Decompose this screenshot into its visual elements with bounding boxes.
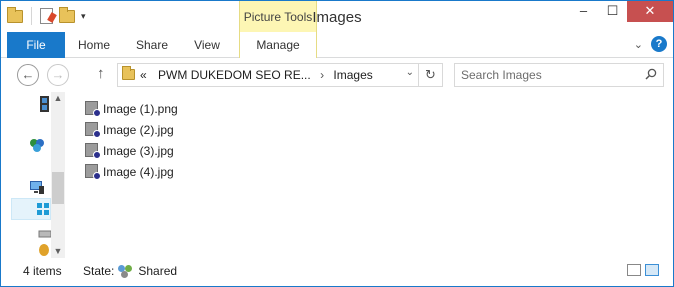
file-list: Image (1).png Image (2).jpg Image (3).jp… [85, 98, 178, 182]
state-indicator: State: Shared [83, 264, 177, 278]
list-item[interactable]: Image (3).jpg [85, 140, 178, 161]
title-bar: ▾ Picture Tools Images – ☐ ✕ [1, 1, 673, 32]
address-history-dropdown[interactable]: ⌄ [406, 67, 414, 78]
breadcrumb-overflow[interactable]: « [140, 68, 147, 82]
ribbon-tabs: File Home Share View Manage ⌄ ? [1, 32, 673, 58]
up-button[interactable]: ↑ [97, 65, 105, 82]
computer-icon[interactable] [29, 180, 45, 196]
scroll-thumb[interactable] [52, 172, 64, 204]
list-item[interactable]: Image (4).jpg [85, 161, 178, 182]
quick-access-toolbar: ▾ [7, 6, 86, 25]
qat-customize-dropdown[interactable]: ▾ [81, 11, 86, 22]
file-name: Image (3).jpg [103, 143, 174, 158]
folder-icon [7, 6, 23, 23]
breadcrumb-segment[interactable]: PWM DUKEDOM SEO RE... [158, 68, 311, 82]
scroll-up-arrow[interactable]: ▲ [51, 93, 65, 103]
maximize-button[interactable]: ☐ [598, 1, 627, 22]
nav-scrollbar[interactable]: ▲ ▼ [51, 92, 65, 258]
state-label: State: [83, 264, 115, 278]
back-button[interactable]: ← [17, 64, 39, 86]
forward-button[interactable]: → [47, 64, 69, 86]
list-item[interactable]: Image (1).png [85, 98, 178, 119]
large-icons-view-button[interactable] [645, 264, 659, 276]
image-file-icon [85, 142, 101, 159]
explorer-window: ▾ Picture Tools Images – ☐ ✕ File Home S… [0, 0, 674, 287]
search-icon [645, 68, 657, 80]
help-icon[interactable]: ? [651, 36, 667, 52]
search-input[interactable] [455, 64, 635, 86]
picture-tools-group: Picture Tools [239, 1, 317, 32]
minimize-button[interactable]: – [569, 1, 598, 22]
expand-ribbon-icon[interactable]: ⌄ [634, 38, 643, 51]
caption-buttons: – ☐ ✕ [569, 1, 673, 22]
qat-separator [31, 7, 32, 25]
breadcrumb: « PWM DUKEDOM SEO RE... › Images [140, 68, 373, 82]
search-box [454, 63, 664, 87]
file-name: Image (2).jpg [103, 122, 174, 137]
scroll-down-arrow[interactable]: ▼ [51, 246, 65, 256]
ribbon-right-controls: ⌄ ? [634, 36, 667, 52]
shared-users-icon [118, 264, 134, 278]
file-name: Image (1).png [103, 101, 178, 116]
navigation-bar: ← → ↑ « PWM DUKEDOM SEO RE... › Images ⌄… [1, 58, 673, 92]
breadcrumb-segment[interactable]: Images [333, 68, 372, 82]
navigation-pane: ▲ ▼ [1, 92, 67, 258]
properties-icon[interactable] [40, 8, 53, 24]
address-bar[interactable]: « PWM DUKEDOM SEO RE... › Images ⌄ ↻ [117, 63, 443, 87]
image-file-icon [85, 163, 101, 180]
breadcrumb-separator[interactable]: › [320, 68, 324, 82]
refresh-button[interactable]: ↻ [418, 64, 442, 86]
tab-share[interactable]: Share [127, 32, 177, 58]
details-view-button[interactable] [627, 264, 641, 276]
item-count: 4 items [23, 264, 62, 278]
tab-manage[interactable]: Manage [239, 32, 317, 58]
homegroup-icon[interactable] [29, 137, 45, 153]
image-file-icon [85, 100, 101, 117]
tab-file[interactable]: File [7, 32, 65, 58]
file-name: Image (4).jpg [103, 164, 174, 179]
tab-view[interactable]: View [185, 32, 229, 58]
close-button[interactable]: ✕ [627, 1, 673, 22]
state-value: Shared [138, 264, 178, 278]
list-item[interactable]: Image (2).jpg [85, 119, 178, 140]
new-folder-icon[interactable] [59, 6, 75, 23]
image-file-icon [85, 121, 101, 138]
tab-home[interactable]: Home [71, 32, 117, 58]
folder-icon [122, 66, 135, 80]
network-grid-icon[interactable] [35, 201, 51, 217]
status-bar: 4 items State: Shared [1, 258, 673, 286]
view-switcher [627, 264, 659, 276]
address-folder-icon [122, 66, 135, 80]
